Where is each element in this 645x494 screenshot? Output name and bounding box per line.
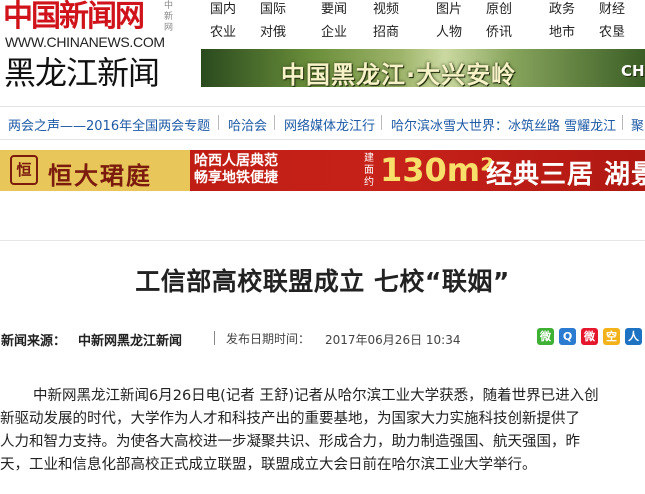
ad-slogan: 哈西人居典范 畅享地铁便捷 — [194, 153, 278, 187]
date-label: 发布日期时间： — [226, 332, 311, 346]
page: 中国新闻网 中新网 WWW.CHINANEWS.COM 黑龙江新闻 国内 国际 … — [0, 0, 645, 494]
top-navigation: 国内 国际 要闻 视频 图片 原创 政务 财经 农业 对俄 企业 招商 人物 侨… — [210, 0, 645, 44]
article-paragraph-line: 新驱动发展的时代，大学作为人才和科技产出的重要基地，为国家大力实施科技创新提供了 — [0, 411, 580, 427]
ad-brand-logo-icon: 恒 — [10, 155, 38, 185]
weibo-icon[interactable]: 微 — [581, 328, 598, 345]
tourism-banner-text: 中国黑龙江·大兴安岭 — [281, 61, 517, 87]
article-body: 中新网黑龙江新闻6月26日电(记者 王舒)记者从哈尔滨工业大学获悉，随着世界已进… — [0, 385, 645, 477]
nav-item[interactable]: 企业 — [321, 25, 347, 41]
renren-icon[interactable]: 人 — [625, 328, 642, 345]
channel-link[interactable]: 网络媒体龙江行 — [284, 115, 375, 134]
nav-item[interactable]: 政务 — [549, 2, 575, 18]
nav-item[interactable]: 原创 — [486, 2, 512, 18]
tourism-banner[interactable]: 中国黑龙江·大兴安岭 CH — [201, 49, 645, 87]
article-paragraph-line: 天，工业和信息化部高校正式成立联盟，联盟成立大会日前在哈尔滨工业大学举行。 — [0, 457, 537, 473]
channel-link[interactable]: 哈尔滨冰雪大世界：冰筑丝路 雪耀龙江 — [391, 115, 616, 134]
channel-divider — [381, 115, 382, 130]
nav-item[interactable]: 招商 — [373, 25, 399, 41]
ad-slogan-line: 哈西人居典范 — [194, 153, 278, 169]
site-header: 中国新闻网 中新网 WWW.CHINANEWS.COM 黑龙江新闻 国内 国际 … — [0, 0, 645, 104]
channel-divider — [622, 115, 623, 130]
ad-brand-name: 恒大珺庭 — [48, 162, 152, 190]
publish-date: 2017年06月26日 10:34 — [325, 333, 461, 347]
tourism-banner-tail: CH — [621, 62, 645, 80]
nav-item[interactable]: 视频 — [373, 2, 399, 18]
nav-item[interactable]: 国际 — [260, 2, 286, 18]
qzone-icon[interactable]: 空 — [603, 328, 620, 345]
ad-slogan-line: 畅享地铁便捷 — [194, 170, 278, 186]
ad-area-value: 130m² — [380, 151, 495, 189]
source-label: 新闻来源： — [1, 334, 67, 349]
meta-divider — [214, 331, 215, 345]
nav-item[interactable]: 要闻 — [321, 2, 347, 18]
wechat-icon[interactable]: 微 — [537, 328, 554, 345]
logo-subtext: 中新网 — [164, 1, 174, 33]
nav-item[interactable]: 财经 — [599, 2, 625, 18]
ad-brand-box: 恒 恒大珺庭 — [0, 150, 190, 191]
qq-icon[interactable]: Q — [559, 328, 576, 345]
source-link[interactable]: 中新网黑龙江新闻 — [78, 330, 182, 349]
nav-item[interactable]: 国内 — [210, 2, 236, 18]
nav-item[interactable]: 地市 — [549, 25, 575, 41]
ad-area-prefix: 建面约 — [364, 153, 374, 188]
nav-item[interactable]: 侨讯 — [486, 25, 512, 41]
nav-item[interactable]: 图片 — [436, 2, 462, 18]
content-divider — [0, 240, 645, 241]
nav-item[interactable]: 对俄 — [260, 25, 286, 41]
channel-link[interactable]: 两会之声——2016年全国两会专题 — [8, 115, 210, 134]
real-estate-ad[interactable]: 恒 恒大珺庭 哈西人居典范 畅享地铁便捷 建面约 130m² 经典三居 湖景美 — [0, 150, 645, 191]
nav-item[interactable]: 人物 — [436, 25, 462, 41]
site-logo[interactable]: 中国新闻网 中新网 WWW.CHINANEWS.COM 黑龙江新闻 — [3, 0, 193, 91]
channel-link[interactable]: 聚 — [631, 115, 644, 134]
logo-chinanews: 中国新闻网 — [3, 0, 145, 34]
channel-divider — [274, 115, 275, 130]
article-paragraph-line: 人力和智力支持。为使各大高校进一步凝聚共识、形成合力，助力制造强国、航天强国，昨 — [0, 434, 580, 450]
channel-bar: 两会之声——2016年全国两会专题 哈洽会 网络媒体龙江行 哈尔滨冰雪大世界：冰… — [0, 106, 645, 140]
article-paragraph-line: 中新网黑龙江新闻6月26日电(记者 王舒)记者从哈尔滨工业大学获悉，随着世界已进… — [33, 388, 599, 404]
nav-item[interactable]: 农业 — [210, 25, 236, 41]
channel-link[interactable]: 哈洽会 — [228, 115, 267, 134]
logo-region-title: 黑龙江新闻 — [4, 55, 160, 91]
nav-item[interactable]: 农垦 — [599, 25, 625, 41]
ad-tagline: 经典三居 湖景美 — [486, 160, 645, 190]
article-title: 工信部高校联盟成立 七校“联姻” — [135, 267, 510, 296]
channel-divider — [218, 115, 219, 130]
